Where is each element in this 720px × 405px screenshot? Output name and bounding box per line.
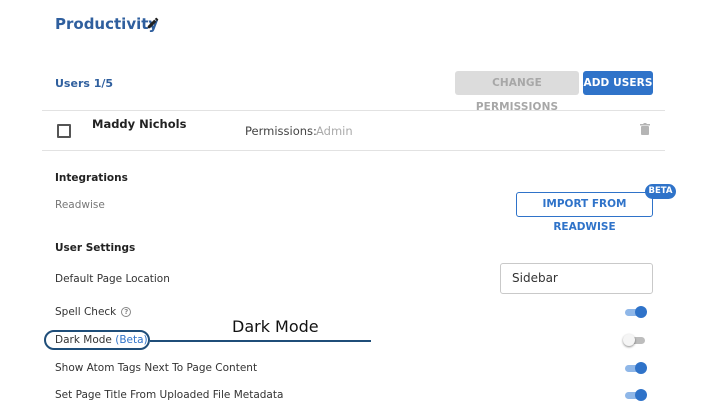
callout-line (150, 340, 371, 342)
permissions-label: Permissions: (245, 124, 317, 138)
change-permissions-button[interactable]: CHANGE PERMISSIONS (455, 71, 579, 113)
import-from-readwise-button[interactable]: IMPORT FROM READWISE (516, 192, 653, 233)
callout-text: Dark Mode (232, 317, 319, 336)
user-settings-heading: User Settings (55, 242, 136, 254)
default-page-location-label: Default Page Location (55, 273, 170, 285)
toggle-knob (635, 362, 647, 374)
users-heading: Users 1/5 (55, 77, 113, 90)
integration-name-readwise: Readwise (55, 199, 105, 211)
show-atom-tags-toggle[interactable] (623, 361, 647, 375)
toggle-knob (623, 334, 635, 346)
toggle-knob (635, 389, 647, 401)
spell-check-label: Spell Check (55, 306, 117, 318)
dark-mode-toggle[interactable] (623, 333, 647, 347)
beta-badge: BETA (645, 184, 676, 199)
default-page-location-select[interactable]: Sidebar (500, 263, 653, 294)
spell-check-row: Spell Check? (55, 306, 132, 318)
help-icon[interactable]: ? (121, 307, 132, 317)
spell-check-toggle[interactable] (623, 305, 647, 319)
show-atom-tags-label: Show Atom Tags Next To Page Content (55, 362, 258, 374)
integrations-heading: Integrations (55, 172, 128, 184)
edit-pencil-icon[interactable] (146, 16, 160, 30)
users-count: 1/5 (93, 77, 114, 90)
divider (42, 150, 665, 151)
permissions-value[interactable]: Admin (316, 124, 353, 138)
user-name: Maddy Nichols (92, 117, 187, 131)
user-select-checkbox[interactable] (57, 124, 71, 138)
dark-mode-highlight (44, 330, 150, 350)
set-page-title-toggle[interactable] (623, 388, 647, 402)
workspace-title: Productivity (55, 15, 159, 33)
users-label: Users (55, 77, 90, 90)
divider (42, 110, 665, 111)
toggle-knob (635, 306, 647, 318)
trash-icon[interactable] (640, 123, 650, 135)
set-page-title-label: Set Page Title From Uploaded File Metada… (55, 389, 284, 401)
add-users-button[interactable]: ADD USERS (583, 71, 653, 95)
